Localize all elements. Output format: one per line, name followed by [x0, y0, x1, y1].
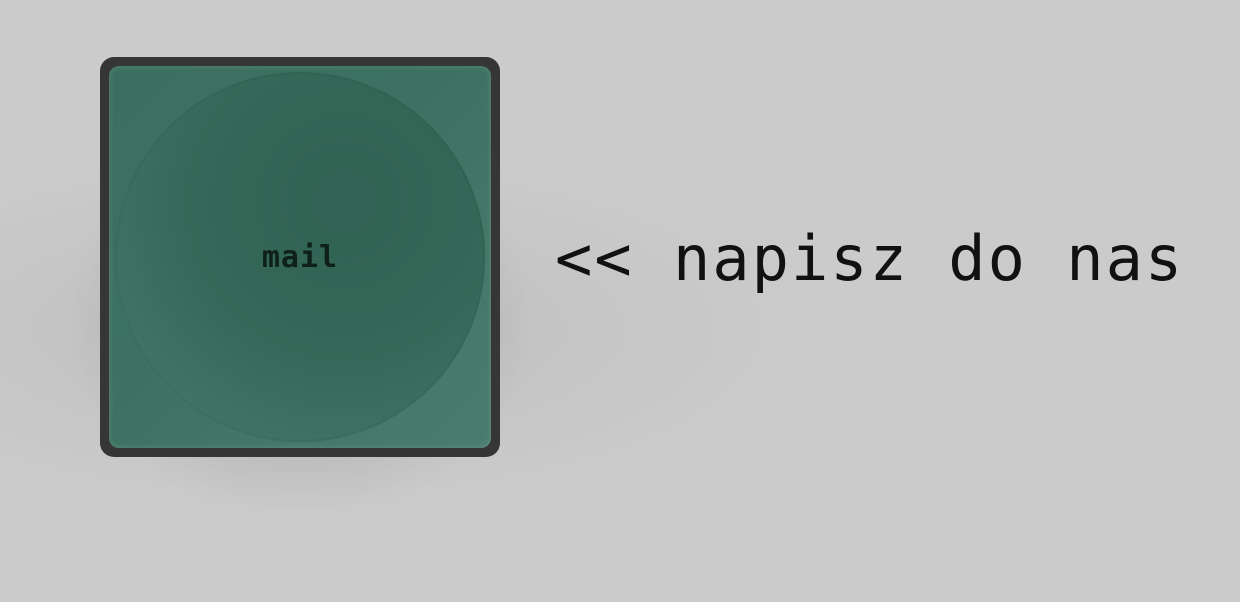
mail-button[interactable]: mail [100, 57, 500, 457]
mail-button-face[interactable]: mail [109, 66, 491, 448]
page-canvas: mail << napisz do nas [0, 0, 1240, 602]
mail-button-label: mail [261, 239, 339, 275]
contact-hint-text: << napisz do nas [555, 221, 1185, 295]
